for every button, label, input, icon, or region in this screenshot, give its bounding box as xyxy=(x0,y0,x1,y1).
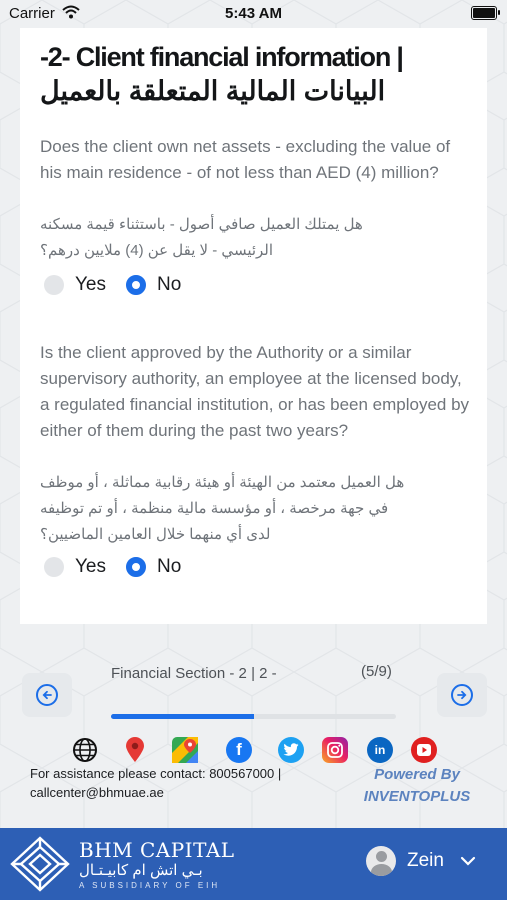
question-2-no-radio[interactable] xyxy=(126,557,146,577)
youtube-icon[interactable] xyxy=(411,737,437,763)
question-1-options: Yes No xyxy=(44,272,201,298)
question-1-yes-label[interactable]: Yes xyxy=(75,274,106,296)
user-menu[interactable]: Zein xyxy=(366,846,476,876)
brand-subtitle: A SUBSIDIARY OF EIH xyxy=(79,881,221,890)
question-2-yes-radio[interactable] xyxy=(44,557,64,577)
user-name[interactable]: Zein xyxy=(407,850,444,872)
progress-count: (5/9) xyxy=(361,663,392,680)
section-title-ar: البيانات المالية المتعلقة بالعميل xyxy=(40,76,386,106)
instagram-icon[interactable] xyxy=(322,737,348,763)
question-1-no-radio[interactable] xyxy=(126,275,146,295)
globe-icon[interactable] xyxy=(72,737,98,763)
progress-fill xyxy=(111,714,254,719)
arrow-left-circle-icon xyxy=(36,684,58,706)
question-2-ar-line-3: لدى أي منهما خلال العامين الماضيين؟ xyxy=(40,526,271,543)
contact-info: For assistance please contact: 800567000… xyxy=(30,766,282,800)
bhm-logo-icon xyxy=(10,836,70,892)
questionnaire-card: -2- Client financial information | البيا… xyxy=(20,28,487,624)
question-2-text-en: Is the client approved by the Authority … xyxy=(40,343,470,440)
footer-bar: BHM CAPITAL بـي اتش ام كابيـتـال A SUBSI… xyxy=(0,828,507,900)
arrow-right-circle-icon xyxy=(451,684,473,706)
question-1-no-label[interactable]: No xyxy=(157,274,181,296)
question-2-ar-line-2: في جهة مرخصة ، أو مؤسسة مالية منظمة ، أو… xyxy=(40,500,389,517)
question-2-options: Yes No xyxy=(44,554,201,580)
next-button[interactable] xyxy=(437,673,487,717)
question-1-yes-radio[interactable] xyxy=(44,275,64,295)
progress-bar xyxy=(111,714,396,719)
brand-name-ar: بـي اتش ام كابيـتـال xyxy=(79,862,203,879)
avatar xyxy=(366,846,396,876)
chevron-down-icon[interactable] xyxy=(460,856,476,866)
question-1-ar-line-2: الرئيسي - لا يقل عن (4) ملايين درهم؟ xyxy=(40,242,274,259)
facebook-icon[interactable]: f xyxy=(226,737,252,763)
question-2-text-ar: هل العميل معتمد من الهيئة أو هيئة رقابية… xyxy=(40,470,445,548)
brand-name-en: BHM CAPITAL xyxy=(79,838,235,862)
section-title-en: -2- Client financial information | xyxy=(40,42,404,72)
section-label: Financial Section - 2 | 2 - xyxy=(111,665,277,682)
google-maps-icon[interactable] xyxy=(172,737,198,763)
battery-icon xyxy=(471,6,500,20)
powered-by-vendor: INVENTOPLUS xyxy=(363,788,471,805)
powered-by-label: Powered By xyxy=(374,766,460,783)
question-1-text-en: Does the client own net assets - excludi… xyxy=(40,137,451,182)
question-2-yes-label[interactable]: Yes xyxy=(75,556,106,578)
status-bar: Carrier 5:43 AM xyxy=(0,0,507,28)
question-1-ar-line-1: هل يمتلك العميل صافي أصول - باستثناء قيم… xyxy=(40,216,363,233)
linkedin-icon[interactable]: in xyxy=(367,737,393,763)
question-1-text-ar: هل يمتلك العميل صافي أصول - باستثناء قيم… xyxy=(40,212,400,264)
previous-button[interactable] xyxy=(22,673,72,717)
question-2-no-label[interactable]: No xyxy=(157,556,181,578)
twitter-icon[interactable] xyxy=(278,737,304,763)
map-pin-icon[interactable] xyxy=(122,737,148,763)
question-2-ar-line-1: هل العميل معتمد من الهيئة أو هيئة رقابية… xyxy=(40,474,405,491)
powered-by: Powered By INVENTOPLUS xyxy=(352,764,482,808)
clock: 5:43 AM xyxy=(225,5,282,22)
